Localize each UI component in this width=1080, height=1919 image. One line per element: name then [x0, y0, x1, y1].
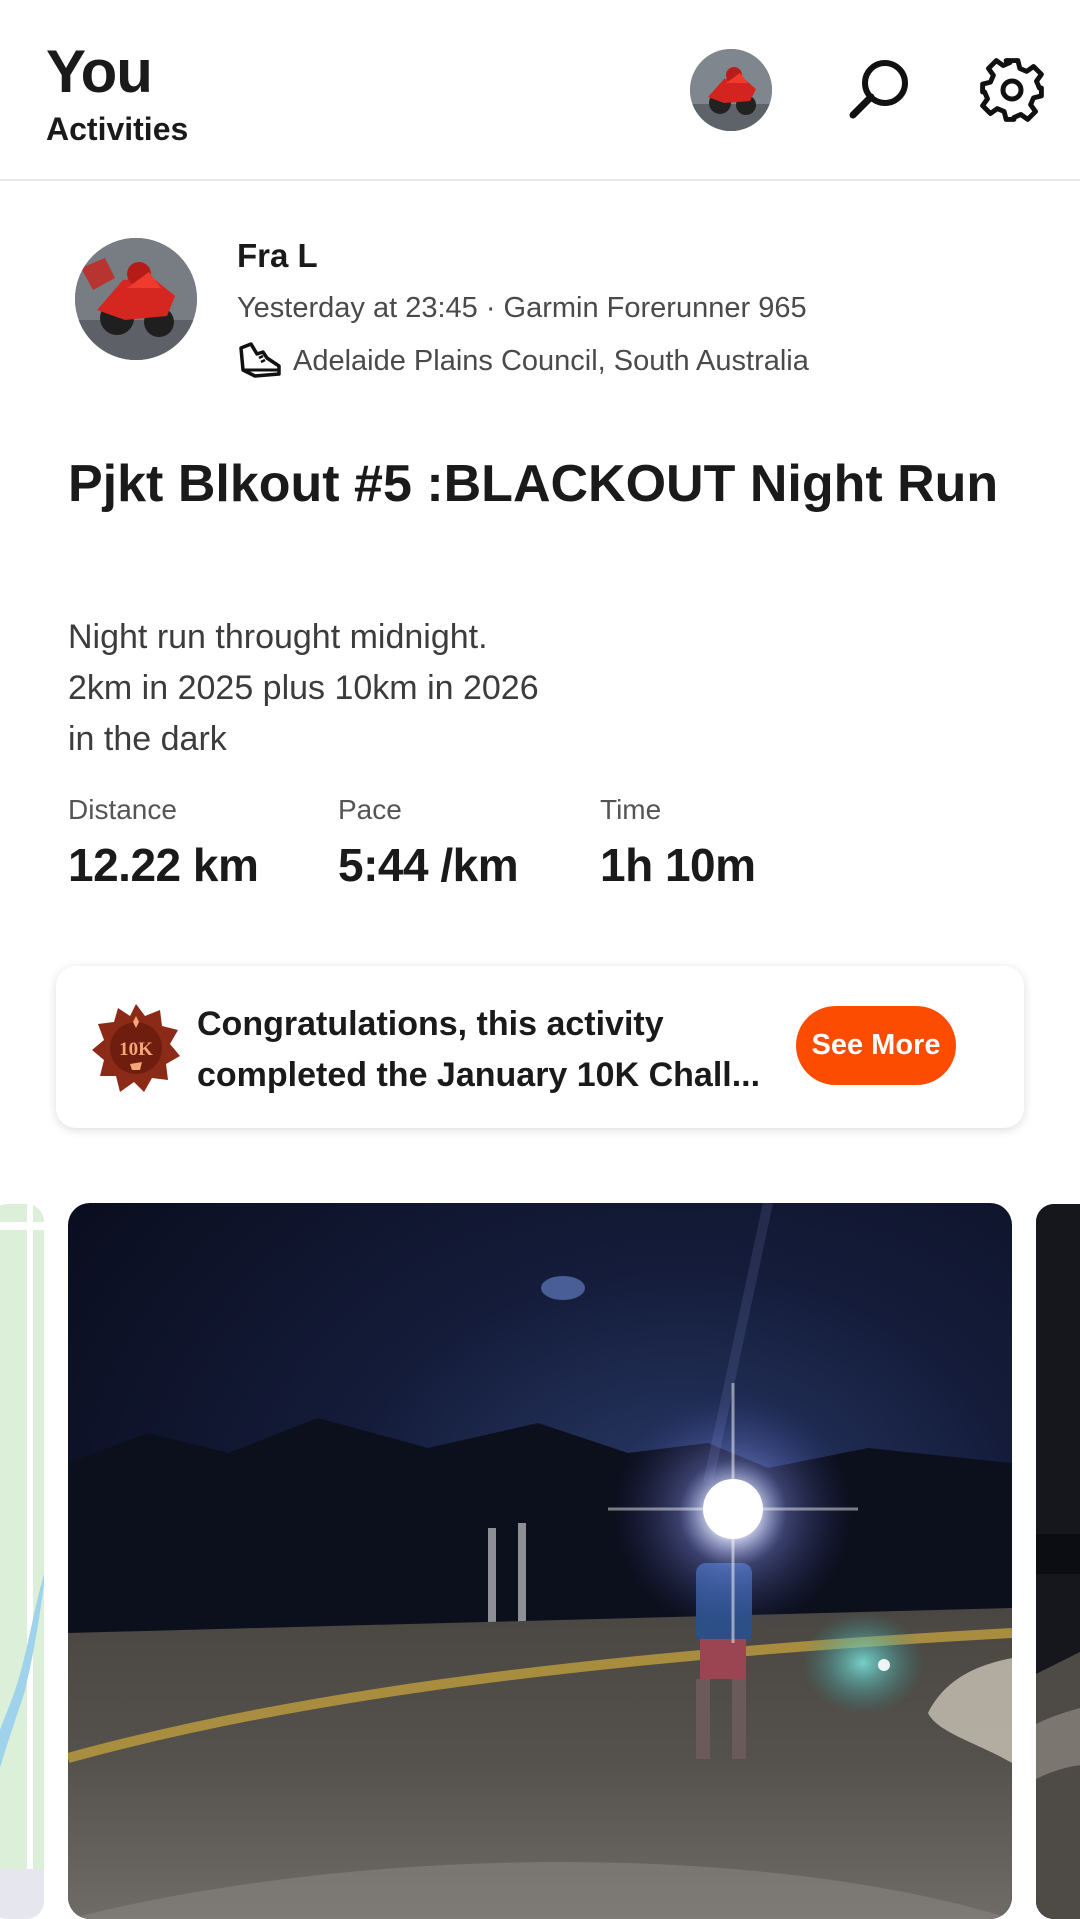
- search-icon: [849, 60, 908, 119]
- app-header: You Activities: [0, 0, 1080, 181]
- stat-pace: Pace 5:44 /km: [338, 792, 519, 894]
- stat-label: Time: [600, 794, 662, 825]
- location-row: Adelaide Plains Council, South Australia: [237, 340, 809, 382]
- next-photo[interactable]: [1036, 1204, 1080, 1919]
- gear-icon: [980, 58, 1044, 122]
- settings-button[interactable]: [972, 50, 1052, 130]
- profile-avatar[interactable]: [690, 49, 772, 131]
- stat-label: Pace: [338, 794, 402, 825]
- description-line: 2km in 2025 plus 10km in 2026: [68, 669, 539, 707]
- stat-value: 12.22 km: [68, 839, 259, 891]
- stat-time: Time 1h 10m: [600, 792, 756, 894]
- stat-value: 1h 10m: [600, 839, 756, 891]
- stat-label: Distance: [68, 794, 177, 825]
- activity-description: Night run throught midnight. 2km in 2025…: [68, 612, 968, 765]
- challenge-line: Congratulations, this activity: [197, 1005, 664, 1043]
- badge-text: 10K: [119, 1039, 153, 1060]
- route-map[interactable]: [0, 1204, 44, 1919]
- athlete-name[interactable]: Fra L: [237, 236, 318, 276]
- search-button[interactable]: [838, 50, 918, 130]
- challenge-card[interactable]: 10K Congratulations, this activity compl…: [56, 966, 1024, 1128]
- description-line: Night run throught midnight.: [68, 618, 488, 656]
- activity-date-device: Yesterday at 23:45 · Garmin Forerunner 9…: [237, 292, 807, 324]
- running-shoe-icon: [239, 342, 281, 378]
- see-more-button[interactable]: See More: [796, 1006, 956, 1085]
- 10k-badge-icon: 10K: [92, 1004, 180, 1092]
- page-title: You: [46, 38, 153, 105]
- activity-location: Adelaide Plains Council, South Australia: [293, 345, 809, 377]
- stat-distance: Distance 12.22 km: [68, 792, 259, 894]
- activity-title[interactable]: Pjkt Blkout #5 :BLACKOUT Night Run: [68, 448, 1018, 520]
- stat-value: 5:44 /km: [338, 839, 519, 891]
- description-line: in the dark: [68, 720, 227, 758]
- athlete-avatar[interactable]: [75, 238, 197, 360]
- page-subtitle-tab[interactable]: Activities: [46, 110, 188, 148]
- night-run-photo[interactable]: [68, 1203, 1012, 1919]
- challenge-line: completed the January 10K Chall...: [197, 1056, 761, 1094]
- challenge-message: Congratulations, this activity completed…: [197, 999, 797, 1101]
